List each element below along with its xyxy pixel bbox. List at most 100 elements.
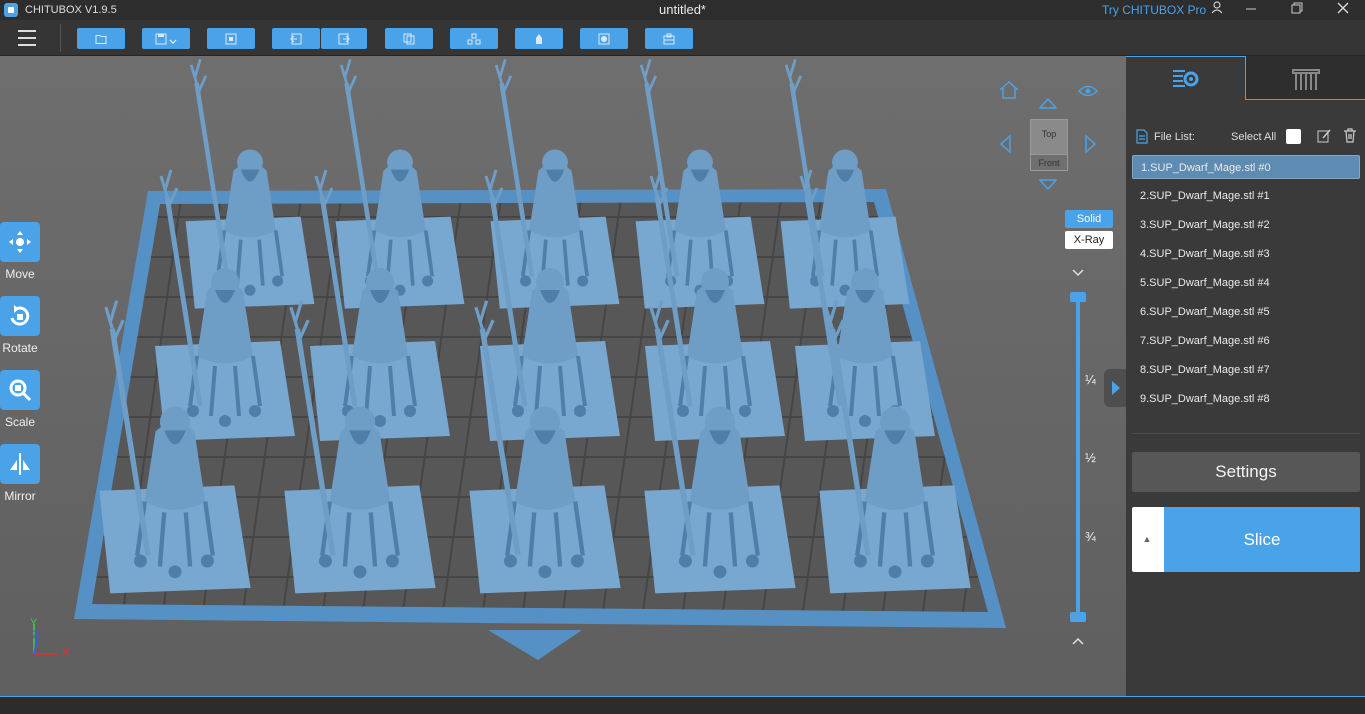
file-list-label: File List: <box>1154 131 1195 143</box>
save-icon <box>155 33 177 44</box>
home-view-icon[interactable] <box>998 80 1020 100</box>
hamburger-menu-icon[interactable] <box>18 30 36 46</box>
view-left-arrow-icon[interactable] <box>998 134 1012 154</box>
load-model-button[interactable] <box>207 28 255 49</box>
scale-tool[interactable]: Scale <box>0 370 40 429</box>
scale-label: Scale <box>4 415 36 429</box>
axis-z-label: Z <box>32 629 39 641</box>
mirror-icon[interactable] <box>0 444 40 484</box>
move-icon[interactable] <box>0 222 40 262</box>
redo-icon <box>338 33 350 44</box>
view-up-arrow-icon[interactable] <box>1038 96 1058 110</box>
rotate-label: Rotate <box>2 341 38 355</box>
support-icon <box>536 33 542 44</box>
3d-viewport[interactable]: Move Rotate Scale Mirror Y Z X Top Front… <box>0 56 1126 696</box>
status-bar <box>0 696 1365 714</box>
dwarf-mage-model[interactable] <box>780 58 910 309</box>
file-list-item[interactable]: 9.SUP_Dwarf_Mage.stl #8 <box>1132 387 1360 411</box>
scale-icon[interactable] <box>0 370 40 410</box>
chitubox-window: CHITUBOX V1.9.5 untitled* Try CHITUBOX P… <box>0 0 1365 714</box>
file-list-item[interactable]: 1.SUP_Dwarf_Mage.stl #0 <box>1132 155 1360 179</box>
dwarf-mage-model[interactable] <box>185 58 315 309</box>
file-list-item[interactable]: 2.SUP_Dwarf_Mage.stl #1 <box>1132 184 1360 208</box>
eye-icon[interactable] <box>1078 84 1098 98</box>
select-all-label: Select All <box>1231 131 1277 143</box>
view-right-arrow-icon[interactable] <box>1084 134 1098 154</box>
view-cube-top[interactable]: Top <box>1031 120 1067 154</box>
delete-icon[interactable] <box>1343 128 1357 143</box>
save-button[interactable] <box>142 28 190 49</box>
print-plate-button[interactable] <box>645 28 693 49</box>
hollow-button[interactable] <box>580 28 628 49</box>
clone-button[interactable] <box>385 28 433 49</box>
slice-options-dropdown-icon[interactable]: ▲ <box>1132 507 1162 572</box>
view-cube-front[interactable]: Front <box>1031 154 1067 170</box>
slider-tick-quarter: ¼ <box>1085 372 1096 387</box>
layer-up-chevron-icon[interactable] <box>1072 634 1084 648</box>
panel-collapse-arrow-icon[interactable] <box>1104 369 1126 407</box>
mirror-tool[interactable]: Mirror <box>0 444 40 503</box>
model-group[interactable] <box>99 58 971 594</box>
clone-icon <box>403 33 415 44</box>
dwarf-mage-model[interactable] <box>335 58 465 309</box>
toolbar-divider <box>60 24 61 52</box>
tab-model-settings[interactable] <box>1126 56 1246 100</box>
solid-mode-button[interactable]: Solid <box>1065 210 1113 228</box>
support-tab-icon <box>1292 69 1320 90</box>
mirror-label: Mirror <box>4 489 36 503</box>
layer-slider-bottom-handle[interactable] <box>1070 612 1086 622</box>
open-file-button[interactable] <box>77 28 125 49</box>
axis-y-label: Y <box>30 617 38 629</box>
slice-control: ▲ Slice <box>1132 507 1360 572</box>
close-icon[interactable] <box>1328 0 1358 20</box>
file-list-item[interactable]: 7.SUP_Dwarf_Mage.stl #6 <box>1132 329 1360 353</box>
main-toolbar <box>0 20 1365 56</box>
plate-front-marker <box>488 630 582 660</box>
move-label: Move <box>5 267 35 281</box>
right-panel: File List: Select All 1.SUP_Dwarf_Mage.s… <box>1126 56 1365 696</box>
title-bar: CHITUBOX V1.9.5 untitled* Try CHITUBOX P… <box>0 0 1365 20</box>
print-plate-icon <box>663 33 675 44</box>
slice-button[interactable]: Slice <box>1164 507 1360 572</box>
slider-tick-three-quarter: ¾ <box>1085 529 1096 544</box>
build-plate-scene[interactable] <box>0 56 1126 696</box>
try-pro-link[interactable]: Try CHITUBOX Pro <box>1102 3 1206 17</box>
file-list-header: File List: Select All <box>1136 128 1361 146</box>
file-list-item[interactable]: 8.SUP_Dwarf_Mage.stl #7 <box>1132 358 1360 382</box>
auto-layout-button[interactable] <box>450 28 498 49</box>
move-tool[interactable]: Move <box>0 222 40 281</box>
rotate-icon[interactable] <box>0 296 40 336</box>
layer-slider-top-handle[interactable] <box>1070 292 1086 302</box>
load-model-icon <box>225 33 237 44</box>
settings-button[interactable]: Settings <box>1132 452 1360 492</box>
select-all-checkbox[interactable] <box>1286 129 1301 144</box>
support-button[interactable] <box>515 28 563 49</box>
restore-icon[interactable] <box>1282 0 1312 20</box>
axis-gizmo: Y Z X <box>30 617 70 659</box>
auto-layout-icon <box>467 33 481 44</box>
open-file-icon <box>95 34 107 44</box>
undo-button[interactable] <box>272 28 320 49</box>
undo-icon <box>290 33 302 44</box>
file-list-item[interactable]: 3.SUP_Dwarf_Mage.stl #2 <box>1132 213 1360 237</box>
axis-x-label: X <box>62 645 70 659</box>
view-down-arrow-icon[interactable] <box>1038 178 1058 192</box>
layer-slider-track[interactable] <box>1076 294 1080 619</box>
file-list-item[interactable]: 5.SUP_Dwarf_Mage.stl #4 <box>1132 271 1360 295</box>
file-list-divider <box>1132 433 1360 434</box>
file-list-icon <box>1136 129 1148 144</box>
view-cube[interactable]: Top Front <box>1030 119 1068 171</box>
model-settings-icon <box>1173 70 1199 87</box>
xray-mode-button[interactable]: X-Ray <box>1065 231 1113 249</box>
tab-support[interactable] <box>1246 56 1365 100</box>
edit-icon[interactable] <box>1317 129 1331 143</box>
rotate-tool[interactable]: Rotate <box>0 296 40 355</box>
layer-down-chevron-icon[interactable] <box>1072 266 1084 280</box>
file-list-item[interactable]: 6.SUP_Dwarf_Mage.stl #5 <box>1132 300 1360 324</box>
slider-tick-half: ½ <box>1085 450 1096 465</box>
hollow-icon <box>598 33 610 44</box>
redo-button[interactable] <box>321 28 367 49</box>
minimize-icon[interactable] <box>1236 0 1266 20</box>
file-list-item[interactable]: 4.SUP_Dwarf_Mage.stl #3 <box>1132 242 1360 266</box>
user-icon[interactable] <box>1202 0 1232 20</box>
